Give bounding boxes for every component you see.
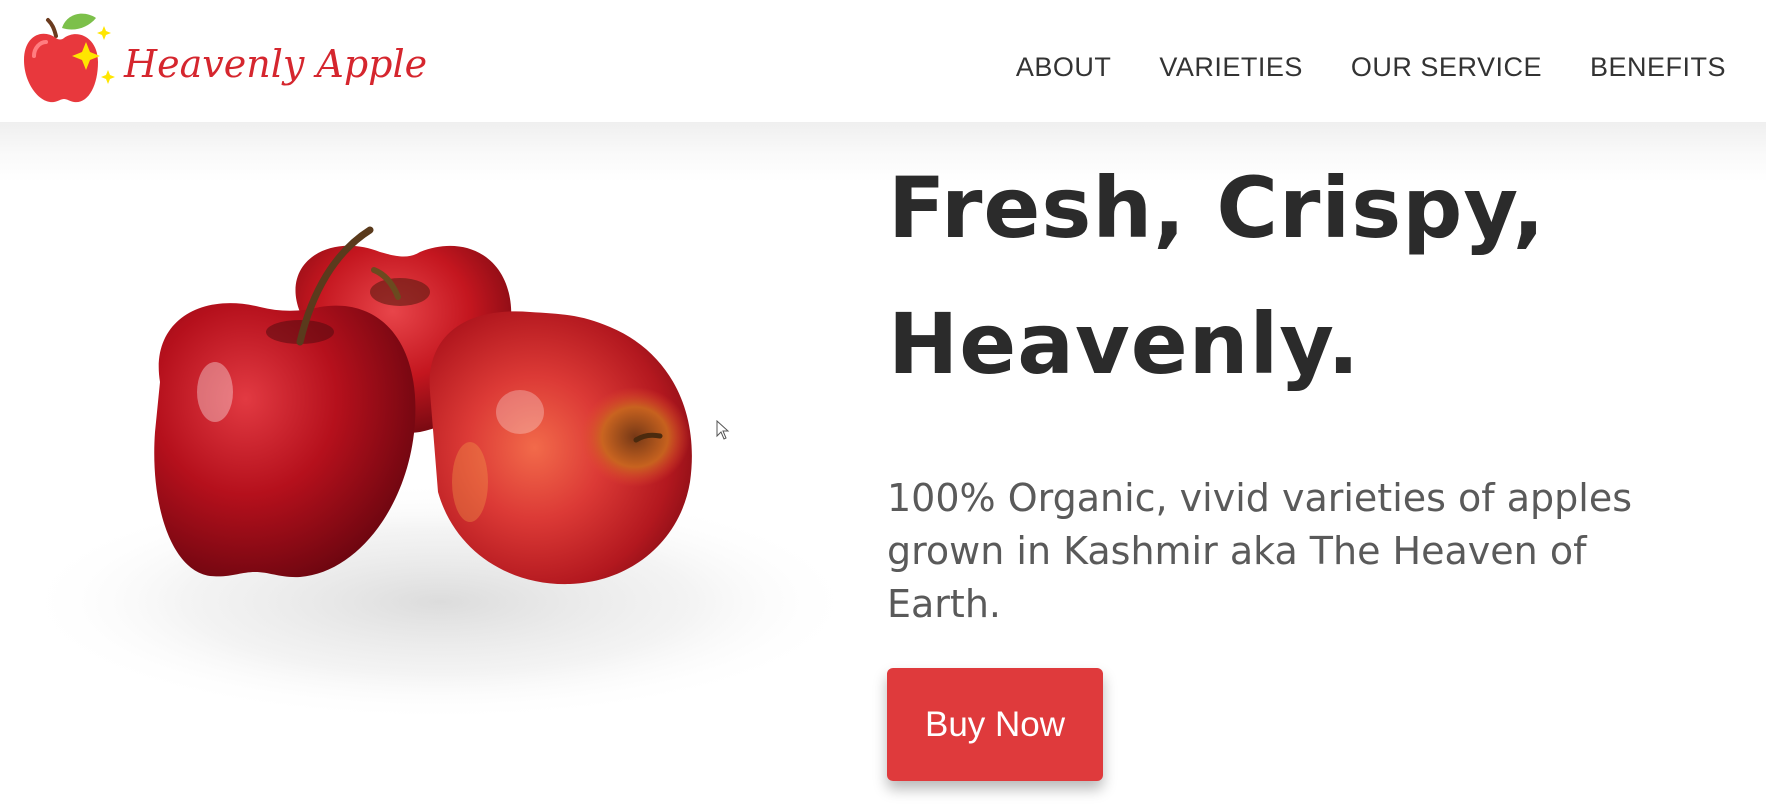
nav-about[interactable]: ABOUT: [1016, 52, 1112, 83]
brand-name: Heavenly Apple: [124, 42, 428, 86]
nav-varieties[interactable]: VARIETIES: [1159, 52, 1303, 83]
headline-line-1: Fresh, Crispy,: [888, 159, 1546, 257]
brand-logo[interactable]: Heavenly Apple: [22, 8, 427, 108]
hero-subtext: 100% Organic, vivid varieties of apples …: [887, 476, 1632, 626]
buy-now-button[interactable]: Buy Now: [887, 668, 1103, 781]
site-header: Heavenly Apple ABOUT VARIETIES OUR SERVI…: [0, 0, 1766, 122]
nav-benefits[interactable]: BENEFITS: [1590, 52, 1726, 83]
main-nav: ABOUT VARIETIES OUR SERVICE BENEFITS: [1016, 52, 1726, 83]
headline-line-2: Heavenly.: [888, 295, 1361, 393]
nav-our-service[interactable]: OUR SERVICE: [1351, 52, 1542, 83]
hero-headline: Fresh, Crispy, Heavenly.: [888, 140, 1708, 412]
mouse-cursor-icon: [716, 420, 730, 440]
apple-sparkle-icon: [24, 13, 115, 103]
apples-image: [20, 226, 860, 722]
